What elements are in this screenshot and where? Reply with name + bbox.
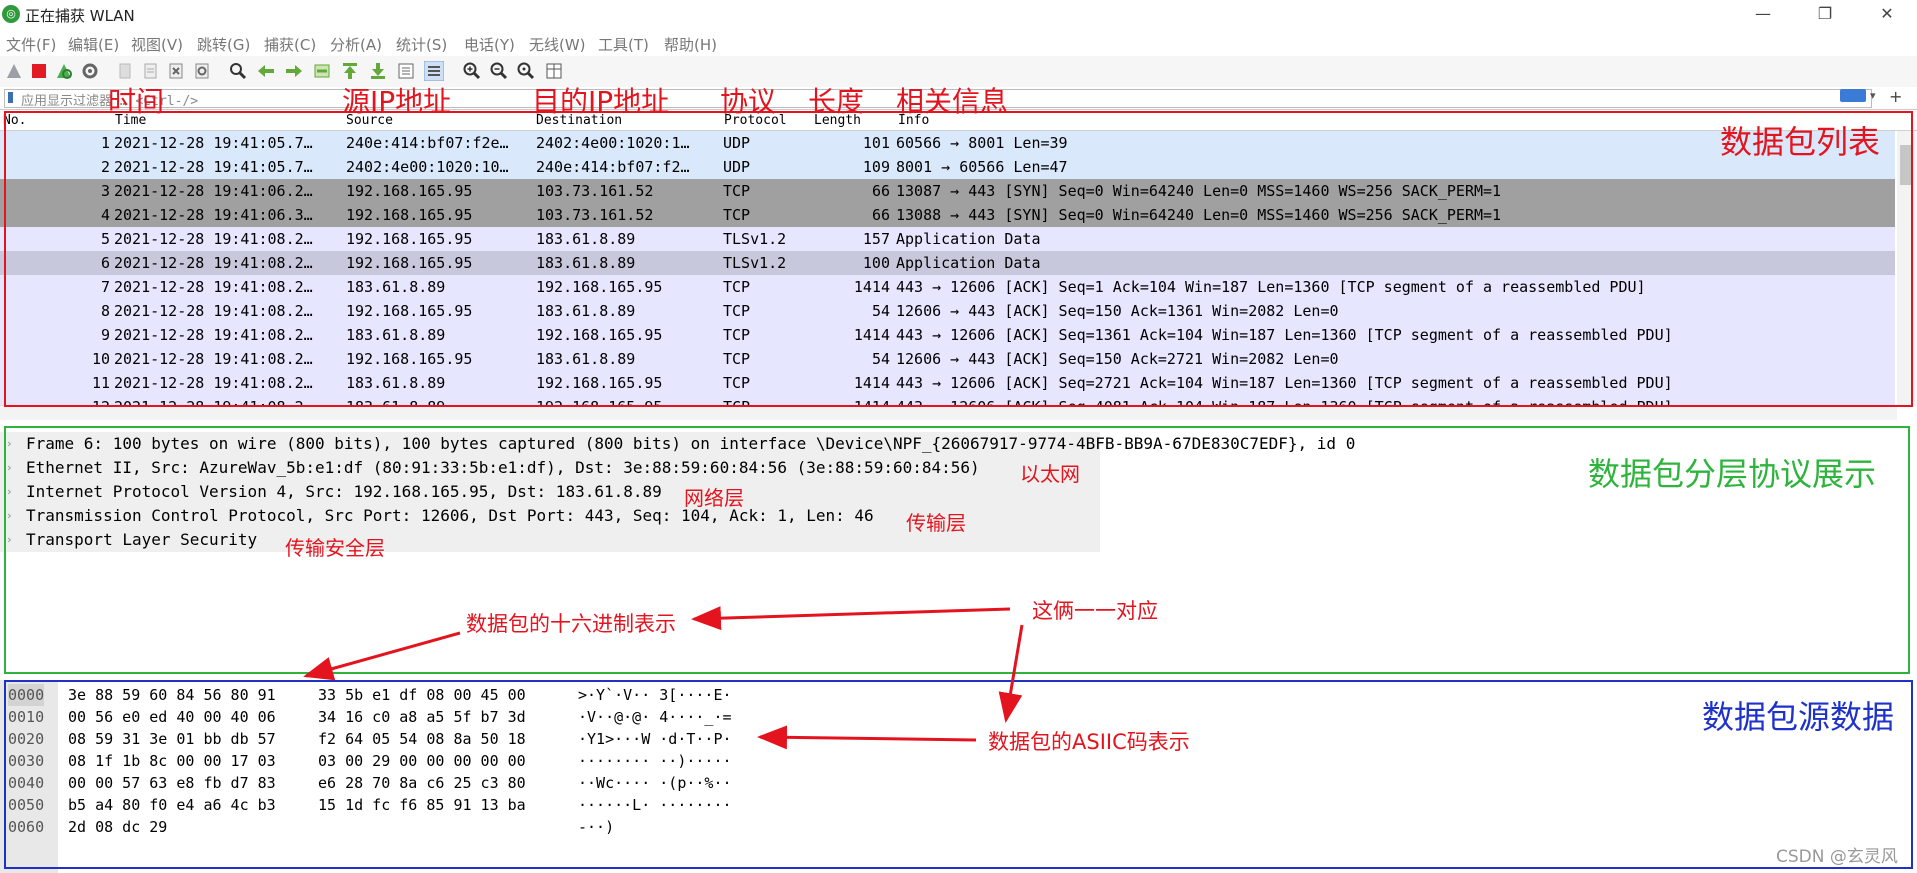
menu-go[interactable]: 跳转(G)	[197, 34, 250, 55]
resize-columns-icon[interactable]	[544, 61, 564, 81]
autoscroll-icon[interactable]	[396, 61, 416, 81]
annotation-layered-protocol: 数据包分层协议展示	[1588, 455, 1877, 493]
menu-edit[interactable]: 编辑(E)	[68, 34, 119, 55]
stop-capture-icon[interactable]	[29, 61, 49, 81]
go-first-icon[interactable]	[340, 61, 360, 81]
zoom-normal-icon[interactable]	[516, 61, 536, 81]
reload-icon[interactable]	[192, 61, 212, 81]
annotation-length: 长度	[808, 85, 865, 118]
menu-tools[interactable]: 工具(T)	[598, 34, 649, 55]
annotation-ethernet: 以太网	[1020, 462, 1080, 486]
colorize-icon[interactable]	[424, 61, 444, 81]
zoom-out-icon[interactable]	[489, 61, 509, 81]
annotation-transport: 传输层	[906, 511, 966, 535]
restore-button[interactable]: ❐	[1802, 2, 1848, 26]
apply-filter-arrow-icon[interactable]	[1840, 89, 1866, 102]
capture-options-icon[interactable]	[80, 61, 100, 81]
go-forward-icon[interactable]	[284, 61, 304, 81]
go-to-packet-icon[interactable]	[312, 61, 332, 81]
add-filter-button-icon[interactable]: +	[1889, 87, 1902, 106]
packet-list-horizontal-scrollbar[interactable]	[0, 405, 1897, 420]
menu-file[interactable]: 文件(F)	[6, 34, 56, 55]
go-back-icon[interactable]	[256, 61, 276, 81]
annotation-src-ip: 源IP地址	[342, 85, 452, 118]
zoom-in-icon[interactable]	[462, 61, 482, 81]
bookmark-icon[interactable]	[8, 92, 13, 103]
close-file-icon[interactable]	[166, 61, 186, 81]
menu-analyze[interactable]: 分析(A)	[330, 34, 382, 55]
restart-capture-icon[interactable]	[54, 61, 74, 81]
window-title: 正在捕获 WLAN	[25, 7, 135, 25]
save-file-icon[interactable]	[140, 61, 160, 81]
annotation-protocol: 协议	[720, 85, 777, 118]
menu-telephony[interactable]: 电话(Y)	[464, 34, 515, 55]
annotation-raw-data: 数据包源数据	[1702, 698, 1895, 736]
menu-bar: 文件(F) 编辑(E) 视图(V) 跳转(G) 捕获(C) 分析(A) 统计(S…	[0, 30, 1917, 56]
go-last-icon[interactable]	[368, 61, 388, 81]
annotation-one-to-one: 这俩一一对应	[1032, 599, 1158, 623]
filter-dropdown-icon[interactable]: ▾	[1870, 89, 1876, 102]
annotation-dst-ip: 目的IP地址	[532, 85, 670, 118]
packet-list-annotation-box	[4, 111, 1913, 407]
shark-fin-start-icon[interactable]	[4, 61, 24, 81]
wireshark-logo-icon: ◎	[2, 5, 20, 23]
menu-capture[interactable]: 捕获(C)	[264, 34, 316, 55]
annotation-hex-repr: 数据包的十六进制表示	[466, 612, 676, 636]
menu-statistics[interactable]: 统计(S)	[396, 34, 447, 55]
open-file-icon[interactable]	[115, 61, 135, 81]
close-button[interactable]: ✕	[1864, 2, 1910, 26]
annotation-time: 时间	[108, 85, 165, 118]
minimize-button[interactable]: —	[1740, 2, 1786, 26]
menu-wireless[interactable]: 无线(W)	[529, 34, 586, 55]
title-bar: ◎ 正在捕获 WLAN — ❐ ✕	[0, 0, 1917, 30]
raw-data-annotation-box	[4, 680, 1913, 869]
menu-help[interactable]: 帮助(H)	[664, 34, 717, 55]
find-packet-icon[interactable]	[228, 61, 248, 81]
menu-view[interactable]: 视图(V)	[131, 34, 183, 55]
annotation-packet-list: 数据包列表	[1720, 123, 1881, 161]
annotation-info: 相关信息	[896, 85, 1009, 118]
annotation-ascii-repr: 数据包的ASIIC码表示	[988, 730, 1190, 754]
annotation-network: 网络层	[684, 486, 744, 510]
annotation-tls: 传输安全层	[285, 536, 385, 560]
watermark: CSDN @玄灵风	[1776, 847, 1898, 867]
